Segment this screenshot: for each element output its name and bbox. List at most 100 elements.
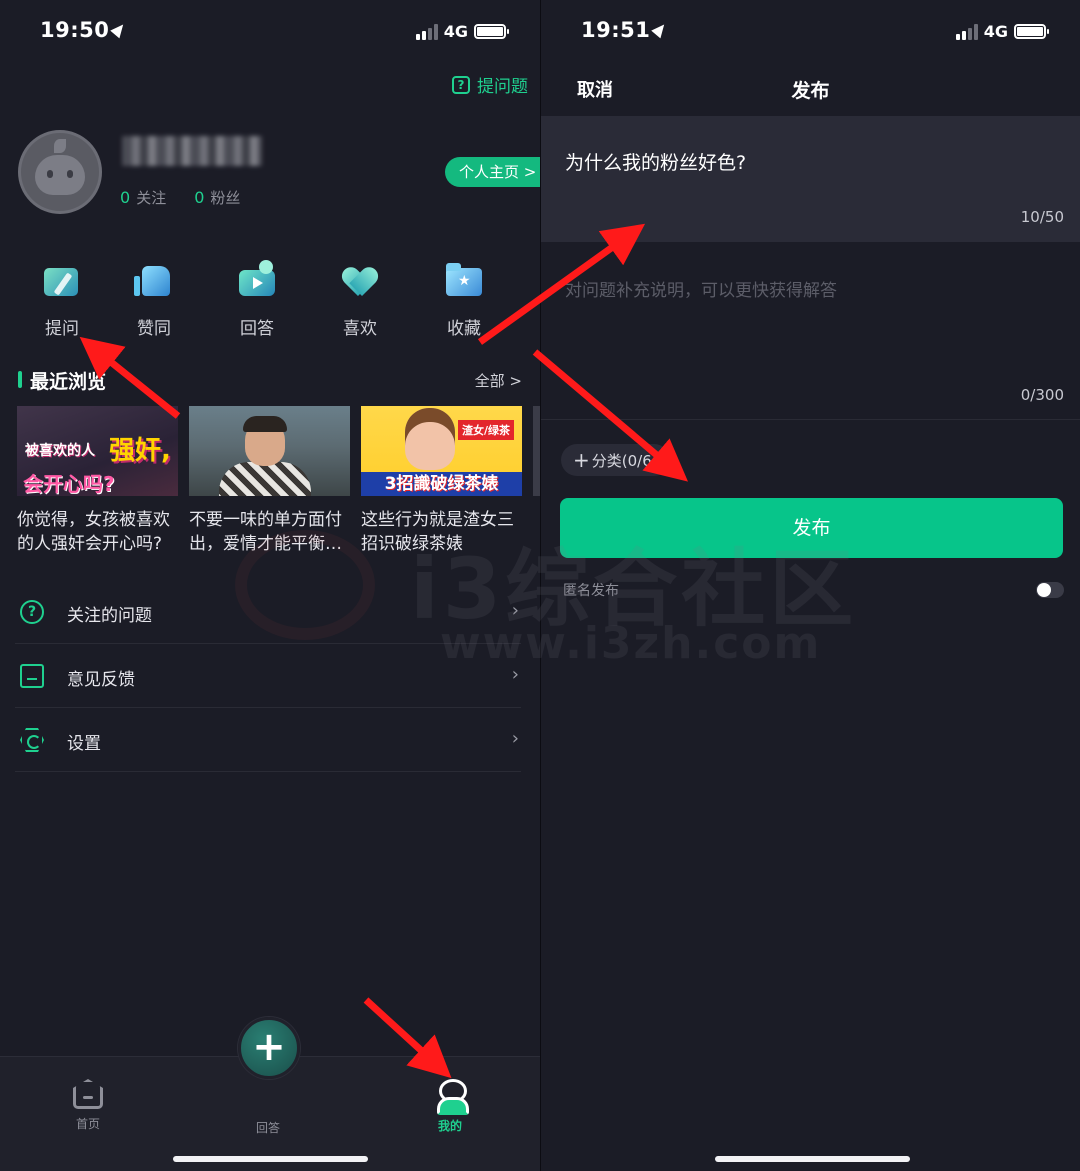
question-circle-icon: ? — [20, 600, 44, 624]
action-label: 回答 — [240, 319, 274, 339]
recent-all-link[interactable]: 全部 > — [475, 370, 522, 391]
nav-bar: 发布 取消 — [541, 76, 1080, 104]
chevron-right-icon: › — [511, 728, 519, 749]
recent-caption: 不要一味的单方面付出，爱情才能平衡… — [189, 510, 342, 554]
anonymous-label: 匿名发布 — [563, 583, 619, 599]
user-icon — [435, 1079, 469, 1115]
description-placeholder: 对问题补充说明，可以更快获得解答 — [565, 281, 837, 301]
chevron-right-icon: › — [511, 664, 519, 685]
page-title: 发布 — [791, 80, 830, 102]
menu-item-feedback[interactable]: 意见反馈 › — [15, 644, 521, 708]
following-stat[interactable]: 0 关注 — [120, 187, 166, 208]
menu-label: 关注的问题 — [67, 606, 152, 626]
tab-label: 我的 — [437, 1119, 462, 1133]
recent-caption — [533, 508, 540, 556]
recent-caption: 这些行为就是渣女三招识破绿茶婊 — [361, 510, 514, 554]
tab-label: 首页 — [75, 1117, 100, 1131]
anonymous-toggle[interactable] — [1036, 582, 1064, 598]
battery-icon — [1014, 24, 1049, 39]
followers-stat[interactable]: 0 粉丝 — [194, 187, 240, 208]
status-indicators: 4G — [955, 22, 1049, 41]
action-ask[interactable]: 提问 — [22, 262, 102, 339]
tab-answer-fab[interactable]: + — [204, 1015, 334, 1085]
question-text: 为什么我的粉丝好色? — [565, 152, 747, 174]
action-label: 赞同 — [137, 319, 171, 339]
tab-label: 回答 — [255, 1121, 280, 1135]
ask-icon — [42, 262, 82, 300]
plus-icon: + — [238, 1017, 300, 1079]
publish-question-screen: 19:51 4G 发布 取消 为什么我的粉丝好色? 10/50 对问题补充说明，… — [541, 0, 1080, 1171]
homepage-button[interactable]: 个人主页 > — [445, 157, 540, 187]
heart-icon — [340, 262, 380, 300]
avatar[interactable] — [18, 130, 102, 214]
profile-screen: 19:50 4G ? 提问题 0 关注 0 粉丝 个人主页 > 提问 赞同 回答… — [0, 0, 540, 1171]
thumb-text: 3招識破绿茶婊 — [361, 472, 522, 496]
home-indicator — [173, 1156, 368, 1162]
tab-me[interactable]: 我的 — [410, 1079, 490, 1134]
status-bar: 19:50 4G — [0, 18, 540, 48]
add-category-button[interactable]: + 分类(0/6) — [561, 444, 670, 476]
avatar-face — [35, 155, 85, 195]
location-icon — [110, 20, 129, 39]
section-accent-bar — [18, 371, 22, 388]
thumbs-up-icon — [134, 262, 174, 300]
status-time: 19:50 — [40, 18, 129, 42]
username-blurred — [122, 136, 262, 166]
recent-thumbnail: 被喜欢的人 强奸, 会开心吗? — [17, 406, 178, 496]
home-indicator — [715, 1156, 910, 1162]
home-icon — [73, 1079, 103, 1109]
ask-question-link[interactable]: ? 提问题 — [452, 72, 528, 97]
signal-icon — [415, 23, 438, 40]
menu-item-followed-questions[interactable]: ? 关注的问题 › — [15, 580, 521, 644]
battery-icon — [474, 24, 509, 39]
thumb-text: 强奸, — [109, 436, 171, 466]
tab-bar: 首页 + 回答 我的 — [0, 1017, 540, 1171]
action-like[interactable]: 喜欢 — [320, 262, 400, 339]
plus-icon: + — [573, 448, 590, 472]
network-type: 4G — [983, 22, 1008, 41]
avatar-sprout — [54, 139, 66, 153]
menu-label: 设置 — [67, 734, 101, 754]
recent-card[interactable]: 不要一味的单方面付出，爱情才能平衡… — [189, 406, 350, 556]
recent-header: 最近浏览 全部 > — [18, 367, 522, 393]
recent-title: 最近浏览 — [30, 371, 107, 393]
description-char-count: 0/300 — [1020, 386, 1064, 404]
recent-caption: 你觉得，女孩被喜欢的人强奸会开心吗? — [17, 510, 170, 554]
publish-button[interactable]: 发布 — [560, 498, 1063, 558]
action-label: 喜欢 — [343, 319, 377, 339]
profile-stats: 0 关注 0 粉丝 — [120, 187, 240, 208]
thumb-text: 会开心吗? — [23, 472, 115, 496]
folder-star-icon — [444, 262, 484, 300]
recent-list: 被喜欢的人 强奸, 会开心吗? 你觉得，女孩被喜欢的人强奸会开心吗? 不要一味的… — [17, 406, 540, 566]
recent-thumbnail: 渣女/绿茶 3招識破绿茶婊 — [361, 406, 522, 496]
recent-thumbnail — [189, 406, 350, 496]
recent-card[interactable] — [533, 406, 540, 556]
menu-item-settings[interactable]: 设置 › — [15, 708, 521, 772]
quick-actions: 提问 赞同 回答 喜欢 收藏 — [0, 260, 540, 342]
recent-card[interactable]: 渣女/绿茶 3招識破绿茶婊 这些行为就是渣女三招识破绿茶婊 — [361, 406, 522, 556]
settings-icon — [20, 728, 44, 752]
cancel-button[interactable]: 取消 — [577, 76, 613, 102]
feedback-icon — [20, 664, 44, 688]
description-input[interactable]: 对问题补充说明，可以更快获得解答 0/300 — [541, 242, 1080, 420]
recent-card[interactable]: 被喜欢的人 强奸, 会开心吗? 你觉得，女孩被喜欢的人强奸会开心吗? — [17, 406, 178, 556]
action-agree[interactable]: 赞同 — [114, 262, 194, 339]
toggle-knob — [1037, 583, 1051, 597]
status-time: 19:51 — [581, 18, 670, 42]
thumb-text: 被喜欢的人 — [25, 443, 95, 459]
network-type: 4G — [443, 22, 468, 41]
question-mark-icon: ? — [452, 75, 470, 94]
question-input[interactable]: 为什么我的粉丝好色? 10/50 — [541, 116, 1080, 242]
action-favorites[interactable]: 收藏 — [424, 262, 504, 339]
tab-answer[interactable]: 回答 — [228, 1113, 308, 1136]
location-icon — [651, 20, 670, 39]
status-indicators: 4G — [415, 22, 509, 41]
thumb-tag: 渣女/绿茶 — [457, 420, 514, 440]
question-char-count: 10/50 — [1020, 208, 1064, 226]
signal-icon — [955, 23, 978, 40]
tab-home[interactable]: 首页 — [48, 1079, 128, 1132]
action-answer[interactable]: 回答 — [217, 260, 297, 339]
video-answer-icon — [237, 260, 277, 300]
category-label: 分类(0/6) — [591, 452, 658, 470]
action-label: 提问 — [45, 319, 79, 339]
